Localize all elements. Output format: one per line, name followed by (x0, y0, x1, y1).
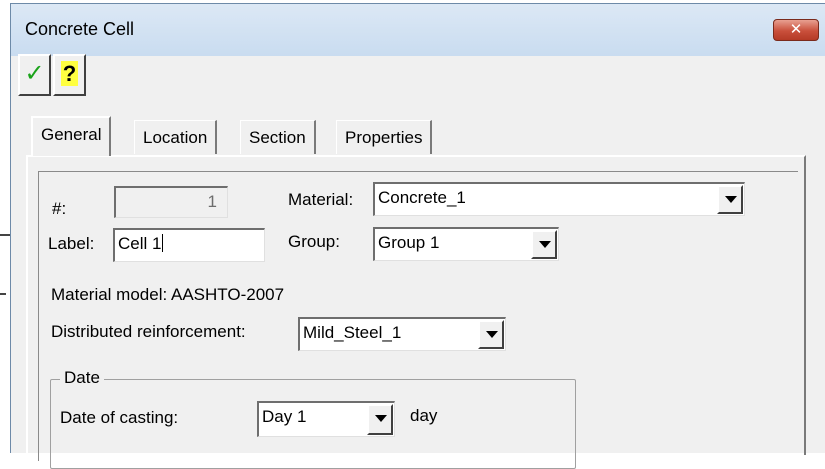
edge-mark (0, 293, 6, 295)
day-unit-label: day (410, 406, 438, 425)
chevron-down-icon[interactable] (478, 320, 504, 349)
edge-mark (0, 234, 10, 236)
material-model-text: Material model: AASHTO-2007 (51, 285, 285, 304)
tab-label: General (41, 125, 102, 144)
material-label: Material: (288, 190, 354, 209)
tab-label: Section (249, 128, 306, 147)
chevron-down-icon[interactable] (531, 230, 557, 259)
label-input[interactable]: Cell 1 (113, 228, 265, 262)
help-button[interactable]: ? (53, 54, 86, 96)
tab-location[interactable]: Location (134, 120, 218, 154)
help-icon: ? (60, 61, 79, 86)
tab-general[interactable]: General (31, 116, 112, 156)
window-title: Concrete Cell (25, 19, 135, 39)
title-bar[interactable]: Concrete Cell ✕ (11, 4, 825, 56)
number-field: 1 (114, 186, 228, 218)
tab-properties[interactable]: Properties (336, 120, 433, 154)
material-dropdown[interactable]: Concrete_1 (373, 182, 745, 216)
tab-label: Location (143, 128, 208, 147)
ok-button[interactable]: ✓ (18, 54, 51, 96)
chevron-down-icon[interactable] (367, 404, 393, 435)
distributed-reinforcement-dropdown[interactable]: Mild_Steel_1 (298, 317, 506, 351)
date-of-casting-dropdown[interactable]: Day 1 (257, 401, 395, 437)
close-button[interactable]: ✕ (773, 19, 819, 41)
group-value: Group 1 (378, 233, 440, 252)
material-value: Concrete_1 (378, 188, 466, 207)
group-dropdown[interactable]: Group 1 (373, 227, 559, 261)
date-of-casting-value: Day 1 (262, 407, 307, 426)
checkmark-icon: ✓ (24, 60, 45, 87)
chevron-down-icon[interactable] (717, 185, 743, 214)
number-label: #: (52, 199, 67, 218)
close-icon: ✕ (789, 21, 803, 38)
tab-label: Properties (345, 128, 423, 147)
label-label: Label: (48, 234, 95, 253)
label-value: Cell 1 (118, 234, 162, 253)
text-cursor (162, 234, 164, 252)
group-label: Group: (288, 232, 340, 251)
date-of-casting-label: Date of casting: (60, 408, 179, 427)
date-group-title: Date (60, 368, 104, 388)
number-value: 1 (207, 192, 217, 211)
tab-section[interactable]: Section (240, 120, 316, 154)
distributed-reinforcement-label: Distributed reinforcement: (51, 322, 246, 341)
distributed-reinforcement-value: Mild_Steel_1 (303, 323, 402, 342)
